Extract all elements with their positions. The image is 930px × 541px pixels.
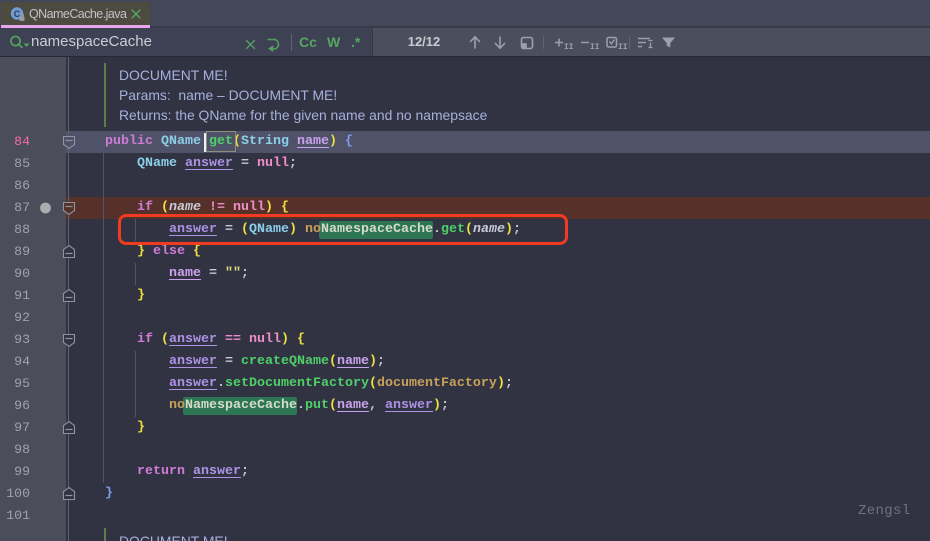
svg-text:II: II [564, 43, 574, 50]
svg-text:II: II [590, 43, 600, 50]
svg-text:II: II [618, 43, 628, 50]
